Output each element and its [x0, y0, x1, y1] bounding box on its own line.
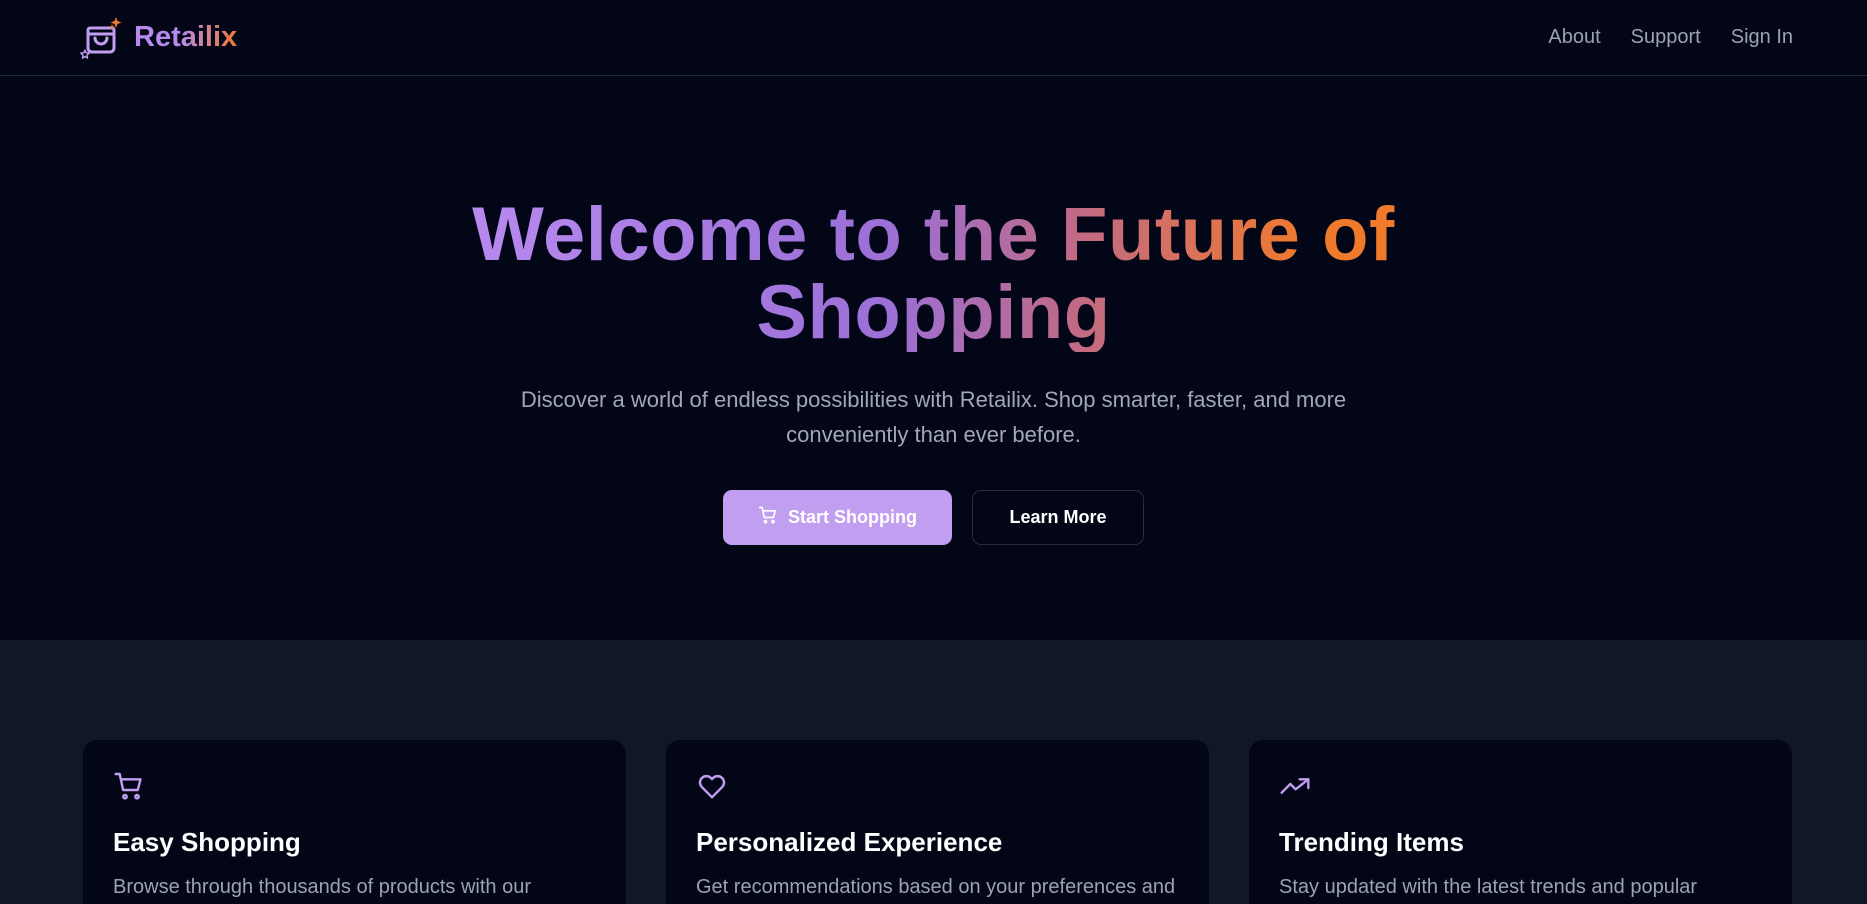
- feature-description: Get recommendations based on your prefer…: [696, 876, 1176, 898]
- start-shopping-button[interactable]: Start Shopping: [723, 490, 952, 545]
- feature-title: Trending Items: [1279, 827, 1464, 857]
- navbar: Retailix About Support Sign In: [0, 0, 1867, 76]
- brand[interactable]: Retailix: [78, 14, 237, 62]
- nav-links: About Support Sign In: [1548, 26, 1793, 49]
- feature-card-easy-shopping: Easy Shopping Browse through thousands o…: [83, 740, 626, 904]
- feature-description: Stay updated with the latest trends and …: [1279, 876, 1698, 898]
- features-section: Easy Shopping Browse through thousands o…: [0, 640, 1867, 904]
- hero-title: Welcome to the Future of Shopping: [464, 196, 1404, 352]
- learn-more-button[interactable]: Learn More: [972, 490, 1144, 545]
- feature-card-personalized-experience: Personalized Experience Get recommendati…: [666, 740, 1209, 904]
- start-shopping-label: Start Shopping: [788, 507, 917, 527]
- shopping-cart-icon: [758, 505, 778, 530]
- hero-section: Welcome to the Future of Shopping Discov…: [0, 76, 1867, 640]
- shopping-bag-sparkle-icon: [78, 14, 126, 62]
- feature-card-trending-items: Trending Items Stay updated with the lat…: [1249, 740, 1792, 904]
- nav-link-support[interactable]: Support: [1631, 26, 1701, 49]
- feature-title: Personalized Experience: [696, 827, 1003, 857]
- brand-name: Retailix: [134, 21, 238, 53]
- nav-link-sign-in[interactable]: Sign In: [1731, 26, 1793, 49]
- feature-description: Browse through thousands of products wit…: [113, 876, 532, 898]
- heart-icon: [696, 775, 728, 806]
- feature-title: Easy Shopping: [113, 827, 301, 857]
- nav-link-about[interactable]: About: [1548, 26, 1600, 49]
- shopping-cart-icon: [113, 772, 145, 806]
- trending-up-icon: [1279, 778, 1311, 806]
- hero-actions: Start Shopping Learn More: [723, 490, 1144, 545]
- hero-subtitle: Discover a world of endless possibilitie…: [520, 387, 1347, 447]
